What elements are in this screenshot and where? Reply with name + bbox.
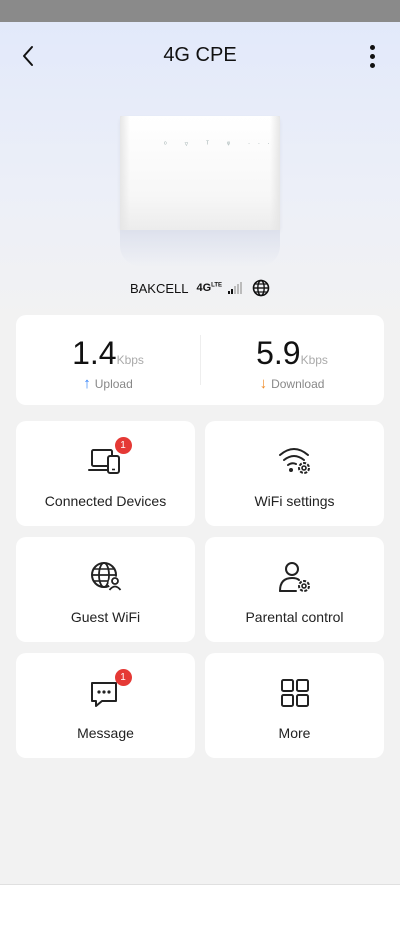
carrier-name: BAKCELL	[129, 280, 189, 296]
more-vertical-icon[interactable]	[360, 40, 384, 72]
globe-icon	[252, 279, 270, 297]
connected-devices-tile[interactable]: 1 Connected Devices	[16, 421, 195, 526]
guest-wifi-tile[interactable]: Guest WiFi	[16, 537, 195, 642]
more-tile[interactable]: More	[205, 653, 384, 758]
download-label: Download	[271, 377, 325, 391]
tile-label: Message	[77, 725, 134, 741]
notification-badge: 1	[114, 669, 132, 686]
wifi-settings-tile[interactable]: WiFi settings	[205, 421, 384, 526]
grid-icon	[280, 679, 309, 707]
page-title: 4G CPE	[163, 44, 237, 66]
upload-speed: 1.4Kbps ↑ Upload	[16, 315, 200, 405]
speed-card: 1.4Kbps ↑ Upload 5.9Kbps ↓ Download	[16, 315, 384, 405]
signal-bars-icon	[228, 282, 243, 294]
arrow-down-icon: ↓	[259, 375, 268, 392]
upload-unit: Kbps	[116, 353, 144, 367]
status-bar	[0, 0, 400, 22]
tile-label: Guest WiFi	[70, 609, 141, 625]
upload-label: Upload	[94, 377, 133, 391]
arrow-up-icon: ↑	[83, 375, 91, 392]
network-type: 4GLTE	[196, 282, 223, 294]
notification-badge: 1	[114, 437, 132, 454]
router-image: ᵒ ▿ ᵀ ᵠ ᐧᐧᐧ	[118, 116, 282, 266]
user-settings-icon	[278, 562, 310, 592]
download-value: 5.9	[256, 335, 301, 371]
wifi-settings-icon	[278, 448, 310, 474]
top-nav: 4G CPE	[0, 22, 400, 90]
download-speed: 5.9Kbps ↓ Download	[200, 315, 384, 405]
download-unit: Kbps	[300, 353, 328, 367]
upload-value: 1.4	[72, 335, 117, 371]
message-tile[interactable]: 1 Message	[16, 653, 195, 758]
guest-globe-icon	[90, 562, 121, 591]
tile-label: WiFi settings	[254, 493, 335, 509]
tile-label: Parental control	[245, 609, 344, 625]
parental-control-tile[interactable]: Parental control	[205, 537, 384, 642]
tile-label: Connected Devices	[44, 493, 167, 509]
tile-label: More	[278, 725, 311, 741]
bottom-bar	[0, 884, 400, 935]
network-status: BAKCELL 4GLTE	[0, 278, 400, 298]
